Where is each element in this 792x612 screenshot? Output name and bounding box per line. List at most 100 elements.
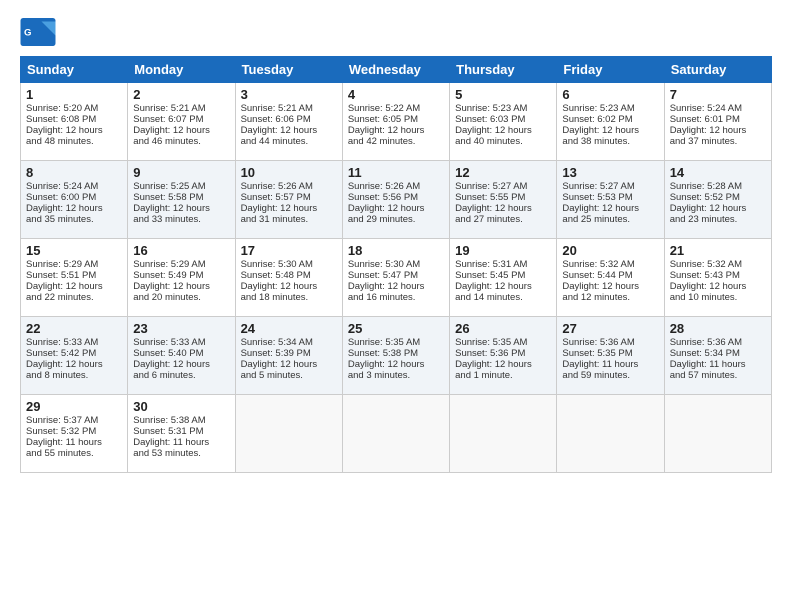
cell-text: Sunrise: 5:26 AM [348,181,444,192]
cell-text: and 53 minutes. [133,448,229,459]
cell-text: Sunset: 6:01 PM [670,114,766,125]
day-number: 5 [455,87,551,102]
day-number: 9 [133,165,229,180]
calendar-cell: 13Sunrise: 5:27 AMSunset: 5:53 PMDayligh… [557,161,664,239]
calendar-cell: 28Sunrise: 5:36 AMSunset: 5:34 PMDayligh… [664,317,771,395]
day-number: 25 [348,321,444,336]
cell-text: and 33 minutes. [133,214,229,225]
cell-text: and 5 minutes. [241,370,337,381]
cell-text: and 6 minutes. [133,370,229,381]
day-number: 28 [670,321,766,336]
day-number: 8 [26,165,122,180]
cell-text: Sunrise: 5:28 AM [670,181,766,192]
cell-text: and 3 minutes. [348,370,444,381]
day-header-friday: Friday [557,57,664,83]
day-number: 13 [562,165,658,180]
cell-text: Sunset: 5:51 PM [26,270,122,281]
day-number: 7 [670,87,766,102]
cell-text: and 44 minutes. [241,136,337,147]
cell-text: and 37 minutes. [670,136,766,147]
svg-text:G: G [24,28,31,39]
cell-text: Sunset: 6:03 PM [455,114,551,125]
calendar-table: SundayMondayTuesdayWednesdayThursdayFrid… [20,56,772,473]
cell-text: and 20 minutes. [133,292,229,303]
cell-text: Sunset: 5:49 PM [133,270,229,281]
cell-text: Sunrise: 5:38 AM [133,415,229,426]
week-row-4: 22Sunrise: 5:33 AMSunset: 5:42 PM Dayligh… [21,317,772,395]
calendar-cell [235,395,342,473]
calendar-cell: 14Sunrise: 5:28 AMSunset: 5:52 PMDayligh… [664,161,771,239]
calendar-cell: 24Sunrise: 5:34 AMSunset: 5:39 PMDayligh… [235,317,342,395]
cell-text: Sunrise: 5:35 AM [455,337,551,348]
cell-text: Sunset: 5:56 PM [348,192,444,203]
calendar-cell [664,395,771,473]
cell-text: Sunrise: 5:30 AM [241,259,337,270]
calendar-cell: 17Sunrise: 5:30 AMSunset: 5:48 PMDayligh… [235,239,342,317]
cell-text: Sunset: 6:05 PM [348,114,444,125]
cell-text: Sunrise: 5:33 AM [26,337,122,348]
calendar-cell: 6Sunrise: 5:23 AMSunset: 6:02 PMDaylight… [557,83,664,161]
cell-text: Sunset: 5:47 PM [348,270,444,281]
week-row-1: 1Sunrise: 5:20 AMSunset: 6:08 PMDaylight… [21,83,772,161]
cell-text: Sunset: 5:44 PM [562,270,658,281]
cell-text: Daylight: 12 hours [133,359,229,370]
day-number: 15 [26,243,122,258]
cell-text: Sunset: 5:57 PM [241,192,337,203]
cell-text: Sunrise: 5:24 AM [670,103,766,114]
day-number: 22 [26,321,122,336]
logo: G [20,18,60,46]
day-number: 26 [455,321,551,336]
cell-text: Sunset: 5:43 PM [670,270,766,281]
cell-text: Daylight: 11 hours [26,437,122,448]
day-header-tuesday: Tuesday [235,57,342,83]
cell-text: Sunrise: 5:26 AM [241,181,337,192]
day-number: 14 [670,165,766,180]
calendar-cell: 4Sunrise: 5:22 AMSunset: 6:05 PMDaylight… [342,83,449,161]
calendar-cell: 15Sunrise: 5:29 AMSunset: 5:51 PMDayligh… [21,239,128,317]
day-number: 29 [26,399,122,414]
cell-text: Sunset: 6:02 PM [562,114,658,125]
cell-text: and 59 minutes. [562,370,658,381]
cell-text: Sunrise: 5:29 AM [26,259,122,270]
day-number: 12 [455,165,551,180]
calendar-cell: 19Sunrise: 5:31 AMSunset: 5:45 PMDayligh… [450,239,557,317]
cell-text: Daylight: 12 hours [562,281,658,292]
cell-text: and 27 minutes. [455,214,551,225]
cell-text: Daylight: 12 hours [455,359,551,370]
day-number: 23 [133,321,229,336]
day-number: 11 [348,165,444,180]
day-number: 3 [241,87,337,102]
calendar-cell: 10Sunrise: 5:26 AMSunset: 5:57 PMDayligh… [235,161,342,239]
calendar-cell: 23Sunrise: 5:33 AMSunset: 5:40 PMDayligh… [128,317,235,395]
day-number: 19 [455,243,551,258]
cell-text: Daylight: 12 hours [241,359,337,370]
cell-text: Sunrise: 5:29 AM [133,259,229,270]
calendar-cell: 8Sunrise: 5:24 AMSunset: 6:00 PMDaylight… [21,161,128,239]
week-row-2: 8Sunrise: 5:24 AMSunset: 6:00 PMDaylight… [21,161,772,239]
day-number: 24 [241,321,337,336]
cell-text: Sunset: 6:07 PM [133,114,229,125]
calendar-cell: 5Sunrise: 5:23 AMSunset: 6:03 PMDaylight… [450,83,557,161]
day-number: 20 [562,243,658,258]
cell-text: Sunset: 5:32 PM [26,426,122,437]
cell-text: Sunset: 6:08 PM [26,114,122,125]
calendar-cell: 25Sunrise: 5:35 AMSunset: 5:38 PMDayligh… [342,317,449,395]
calendar-cell [342,395,449,473]
cell-text: Sunset: 6:06 PM [241,114,337,125]
day-number: 27 [562,321,658,336]
cell-text: Daylight: 12 hours [348,125,444,136]
cell-text: Sunrise: 5:31 AM [455,259,551,270]
page: G SundayMondayTuesdayWednesdayThursdayFr… [0,0,792,483]
cell-text: and 8 minutes. [26,370,122,381]
cell-text: and 35 minutes. [26,214,122,225]
day-header-thursday: Thursday [450,57,557,83]
cell-text: Sunset: 5:58 PM [133,192,229,203]
cell-text: Sunrise: 5:20 AM [26,103,122,114]
calendar-cell: 7Sunrise: 5:24 AMSunset: 6:01 PMDaylight… [664,83,771,161]
calendar-cell: 2Sunrise: 5:21 AMSunset: 6:07 PMDaylight… [128,83,235,161]
cell-text: Sunrise: 5:23 AM [562,103,658,114]
cell-text: Daylight: 12 hours [348,359,444,370]
cell-text: Sunset: 5:42 PM [26,348,122,359]
cell-text: and 18 minutes. [241,292,337,303]
cell-text: and 55 minutes. [26,448,122,459]
